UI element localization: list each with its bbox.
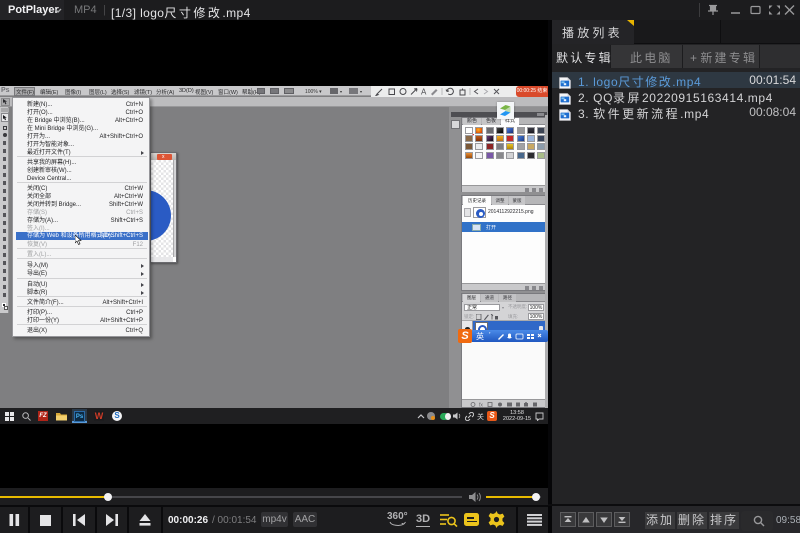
svg-text:A: A — [421, 88, 427, 97]
svg-text:fx: fx — [479, 402, 483, 407]
